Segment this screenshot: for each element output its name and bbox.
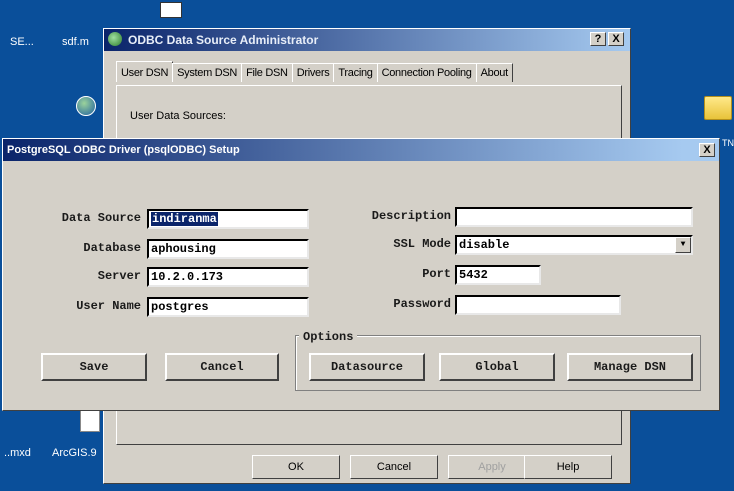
- tab-user-dsn[interactable]: User DSN: [116, 61, 174, 82]
- data-source-field[interactable]: indiranma: [147, 209, 309, 229]
- tab-tracing[interactable]: Tracing: [333, 63, 378, 82]
- desktop-label-mxd[interactable]: ..mxd: [4, 447, 31, 459]
- chevron-down-icon[interactable]: ▼: [675, 237, 691, 253]
- tab-drivers[interactable]: Drivers: [291, 63, 335, 82]
- cancel-button[interactable]: Cancel: [350, 455, 438, 479]
- tab-connection-pooling[interactable]: Connection Pooling: [376, 63, 477, 82]
- server-label: Server: [97, 269, 141, 283]
- ssl-mode-label: SSL Mode: [393, 237, 451, 251]
- folder-icon[interactable]: [704, 96, 732, 120]
- globe-icon[interactable]: [76, 96, 96, 116]
- help-bottom-button[interactable]: Help: [524, 455, 612, 479]
- pg-setup-dialog: PostgreSQL ODBC Driver (psqlODBC) Setup …: [2, 138, 720, 411]
- password-field[interactable]: [455, 295, 621, 315]
- data-source-label: Data Source: [61, 211, 141, 225]
- odbc-admin-titlebar[interactable]: ODBC Data Source Administrator ? X: [104, 29, 630, 51]
- ssl-mode-select[interactable]: disable ▼: [455, 235, 693, 255]
- odbc-admin-title: ODBC Data Source Administrator: [128, 33, 319, 47]
- desktop-label-tn[interactable]: TN: [722, 138, 734, 148]
- global-button[interactable]: Global: [439, 353, 555, 381]
- desktop-icon-app[interactable]: [160, 2, 182, 18]
- save-button[interactable]: Save: [41, 353, 147, 381]
- manage-dsn-button[interactable]: Manage DSN: [567, 353, 693, 381]
- cancel-setup-button[interactable]: Cancel: [165, 353, 279, 381]
- document-icon[interactable]: [80, 410, 100, 432]
- close-icon[interactable]: X: [608, 32, 624, 46]
- tab-file-dsn[interactable]: File DSN: [241, 63, 293, 82]
- ok-button[interactable]: OK: [252, 455, 340, 479]
- database-label: Database: [83, 241, 141, 255]
- odbc-app-icon: [108, 32, 122, 46]
- port-field[interactable]: 5432: [455, 265, 541, 285]
- server-field[interactable]: 10.2.0.173: [147, 267, 309, 287]
- pg-setup-titlebar[interactable]: PostgreSQL ODBC Driver (psqlODBC) Setup …: [3, 139, 719, 161]
- odbc-tab-strip: User DSN System DSN File DSN Drivers Tra…: [116, 61, 513, 82]
- datasource-button[interactable]: Datasource: [309, 353, 425, 381]
- password-label: Password: [393, 297, 451, 311]
- user-name-label: User Name: [76, 299, 141, 313]
- data-source-value: indiranma: [151, 212, 218, 226]
- user-data-sources-label: User Data Sources:: [130, 110, 226, 122]
- close-icon[interactable]: X: [699, 143, 715, 157]
- ssl-mode-value: disable: [459, 238, 510, 252]
- help-button[interactable]: ?: [590, 32, 606, 46]
- description-label: Description: [371, 209, 451, 223]
- desktop-label-sdf[interactable]: sdf.m: [62, 36, 89, 48]
- tab-system-dsn[interactable]: System DSN: [172, 63, 243, 82]
- tab-about[interactable]: About: [475, 63, 513, 82]
- port-label: Port: [422, 267, 451, 281]
- options-label: Options: [299, 330, 358, 344]
- desktop-label-se[interactable]: SE...: [10, 36, 34, 48]
- apply-button[interactable]: Apply: [448, 455, 536, 479]
- user-name-field[interactable]: postgres: [147, 297, 309, 317]
- description-field[interactable]: [455, 207, 693, 227]
- pg-setup-title: PostgreSQL ODBC Driver (psqlODBC) Setup: [7, 144, 240, 156]
- database-field[interactable]: aphousing: [147, 239, 309, 259]
- desktop-label-arcgis[interactable]: ArcGIS.9: [52, 447, 97, 459]
